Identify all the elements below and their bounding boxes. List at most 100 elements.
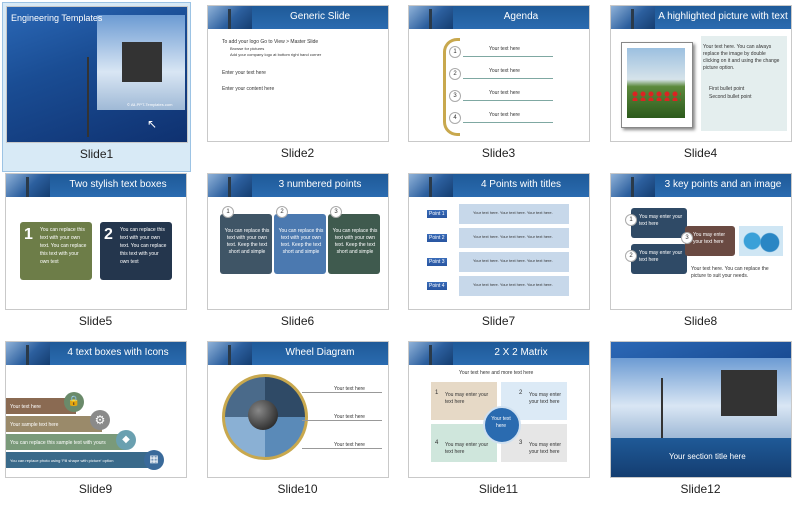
slide-subtitle: © All-PPT-Templates.com (127, 102, 173, 107)
slide-thumbnail-12[interactable]: Your section title here Slide12 (607, 338, 794, 506)
slide-thumbnail-10[interactable]: Wheel Diagram Your text here Your text h… (204, 338, 391, 506)
key-number: 1 (625, 214, 637, 226)
point-number: 2 (276, 206, 288, 218)
bullet-text: Add your company logo at bottom right ha… (230, 52, 322, 57)
lock-icon: 🔒 (64, 392, 84, 412)
slide-caption: Slide5 (78, 314, 113, 328)
key-text: You may enter your text here (639, 250, 683, 263)
slide-title: Two stylish text boxes (69, 179, 167, 190)
quadrant-text: You may enter your text here (445, 392, 489, 405)
slide-title: Wheel Diagram (285, 347, 355, 358)
slide-thumbnail-8[interactable]: 3 key points and an image 1 2 3 You may … (607, 170, 794, 338)
slide-caption: Slide6 (280, 314, 315, 328)
point-text: You can replace this text with your own … (224, 228, 270, 255)
bullet-text: Enter your content here (222, 86, 275, 92)
slide-preview: 3 key points and an image 1 2 3 You may … (611, 174, 791, 309)
slide-preview: A highlighted picture with text Your tex… (611, 6, 791, 141)
key-text: You may enter your text here (639, 214, 683, 227)
body-text: Your text here. You can always replace t… (703, 44, 780, 71)
quadrant-number: 4 (435, 440, 439, 446)
calculator-icon: ▦ (144, 450, 164, 470)
layers-icon: ◆ (116, 430, 136, 450)
quadrant-number: 1 (435, 390, 439, 396)
bullet-text: First bullet point (709, 86, 745, 92)
quadrant-number: 2 (519, 390, 523, 396)
box-text: You can replace this text with your own … (120, 227, 167, 265)
slide-preview: Wheel Diagram Your text here Your text h… (208, 342, 388, 477)
slide-title: A highlighted picture with text (658, 11, 788, 22)
slide-thumbnail-4[interactable]: A highlighted picture with text Your tex… (607, 2, 794, 170)
quadrant-number: 3 (519, 440, 523, 446)
agenda-number: 1 (449, 46, 461, 58)
slide-caption: Slide11 (478, 482, 519, 496)
slide-caption: Slide12 (680, 482, 721, 496)
slide-title: 3 numbered points (278, 179, 362, 190)
agenda-number: 3 (449, 90, 461, 102)
matrix-caption: Your text here and more text here (459, 370, 534, 376)
body-text: Your text here. You can replace the pict… (691, 266, 769, 279)
row-text: You can replace photo using 'Fill shape … (10, 458, 114, 463)
agenda-item: Your text here (489, 90, 520, 96)
slide-thumbnail-2[interactable]: Generic Slide To add your logo Go to Vie… (204, 2, 391, 170)
slide-caption: Slide2 (280, 146, 315, 160)
slide-title: 2 X 2 Matrix (494, 347, 548, 358)
slide-preview: 3 numbered points 1 2 3 You can replace … (208, 174, 388, 309)
agenda-item: Your text here (489, 68, 520, 74)
bullet-text: Browse for pictures (230, 46, 265, 51)
slide-caption: Slide9 (78, 482, 113, 496)
slide-caption: Slide1 (79, 147, 114, 161)
agenda-item: Your text here (489, 112, 520, 118)
slide-title: 4 Points with titles (480, 179, 562, 190)
point-title: Point 1 (427, 210, 447, 218)
slide-thumbnail-11[interactable]: 2 X 2 Matrix Your text here and more tex… (405, 338, 592, 506)
point-text: Your text here. Your text here. Your tex… (473, 282, 553, 287)
slide-thumbnail-1[interactable]: Engineering Templates © All-PPT-Template… (2, 2, 191, 172)
slide-caption: Slide7 (481, 314, 516, 328)
point-text: Your text here. Your text here. Your tex… (473, 210, 553, 215)
box-text: You can replace this text with your own … (40, 227, 87, 265)
matrix-center-text: Your text here (491, 416, 511, 429)
point-text: Your text here. Your text here. Your tex… (473, 234, 553, 239)
gears-picture (739, 226, 783, 256)
point-text: You can replace this text with your own … (278, 228, 324, 255)
point-text: You can replace this text with your own … (332, 228, 378, 255)
key-number: 2 (625, 250, 637, 262)
row-text: Your sample text here (10, 422, 59, 428)
bullet-text: Second bullet point (709, 94, 752, 100)
point-title: Point 2 (427, 234, 447, 242)
slide-thumbnail-5[interactable]: Two stylish text boxes 1 2 You can repla… (2, 170, 189, 338)
slide-thumbnail-9[interactable]: 4 text boxes with Icons 🔒 ⚙ ◆ ▦ Your tex… (2, 338, 189, 506)
key-number: 3 (681, 232, 693, 244)
slide-title: Agenda (503, 11, 539, 22)
slide-preview: Your section title here (611, 342, 791, 477)
section-title: Your section title here (669, 452, 746, 461)
slide-preview: Two stylish text boxes 1 2 You can repla… (6, 174, 186, 309)
quadrant-text: You may enter your text here (445, 442, 489, 455)
row-text: You can replace this sample text with yo… (10, 440, 106, 446)
point-title: Point 3 (427, 258, 447, 266)
key-text: You may enter your text here (693, 232, 726, 245)
slide-preview: 2 X 2 Matrix Your text here and more tex… (409, 342, 589, 477)
agenda-item: Your text here (489, 46, 520, 52)
point-title: Point 4 (427, 282, 447, 290)
agenda-number: 2 (449, 68, 461, 80)
slide-title: Engineering Templates (11, 13, 103, 23)
slide-preview: Generic Slide To add your logo Go to Vie… (208, 6, 388, 141)
slide-preview: Agenda 1 2 3 4 Your text here Your text … (409, 6, 589, 141)
gear-icon: ⚙ (90, 410, 110, 430)
slide-caption: Slide4 (683, 146, 718, 160)
slide-caption: Slide10 (277, 482, 318, 496)
slide-thumbnail-7[interactable]: 4 Points with titles Point 1 Point 2 Poi… (405, 170, 592, 338)
slide-title: 4 text boxes with Icons (67, 347, 169, 358)
slide-thumbnail-3[interactable]: Agenda 1 2 3 4 Your text here Your text … (405, 2, 592, 170)
box-number: 1 (24, 226, 33, 243)
flowers-picture (627, 48, 685, 118)
row-text: Your text here (10, 404, 41, 410)
quadrant-text: You may enter your text here (529, 442, 562, 455)
quadrant-text: You may enter your text here (529, 392, 562, 405)
slide-thumbnail-6[interactable]: 3 numbered points 1 2 3 You can replace … (204, 170, 391, 338)
cursor-icon: ↖ (147, 117, 158, 131)
slide-preview: Engineering Templates © All-PPT-Template… (7, 7, 187, 142)
slide-preview: 4 Points with titles Point 1 Point 2 Poi… (409, 174, 589, 309)
point-number: 3 (330, 206, 342, 218)
